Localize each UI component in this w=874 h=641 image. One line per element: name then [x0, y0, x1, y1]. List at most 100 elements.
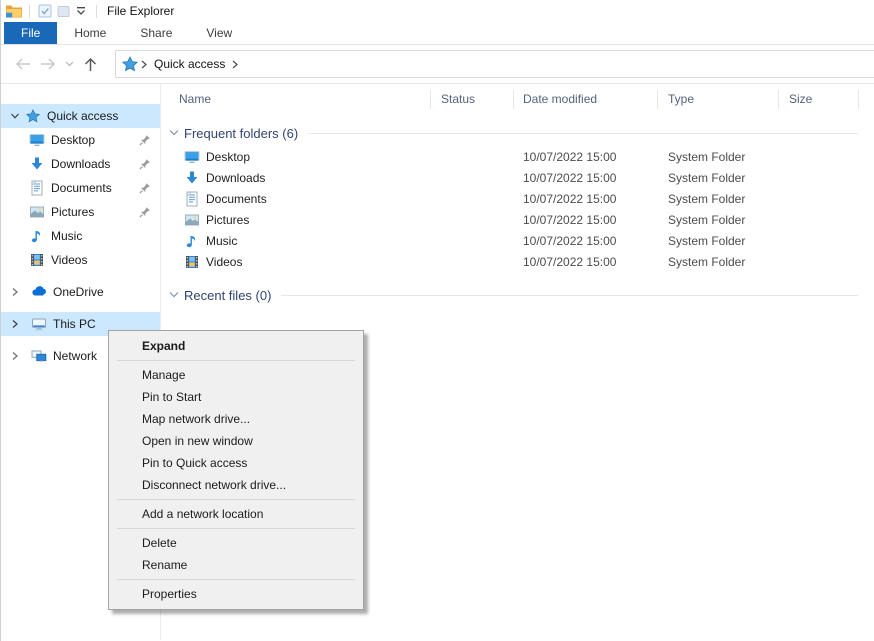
file-row-downloads[interactable]: Downloads 10/07/2022 15:00 System Folder — [161, 167, 874, 188]
file-name: Pictures — [206, 213, 249, 227]
menu-item-open-in-new-window[interactable]: Open in new window — [109, 430, 363, 452]
sidebar-item-downloads[interactable]: Downloads — [1, 152, 160, 176]
menu-item-map-network-drive[interactable]: Map network drive... — [109, 408, 363, 430]
sidebar-item-label: Downloads — [51, 157, 110, 171]
menu-item-manage[interactable]: Manage — [109, 364, 363, 386]
menu-item-delete[interactable]: Delete — [109, 532, 363, 554]
sidebar-spacer — [1, 272, 160, 280]
column-header-date-modified[interactable]: Date modified — [514, 90, 658, 109]
column-header-name[interactable]: Name — [161, 90, 431, 109]
file-date-modified: 10/07/2022 15:00 — [514, 192, 658, 206]
onedrive-cloud-icon — [31, 284, 47, 300]
pictures-icon — [184, 212, 200, 228]
column-header-size[interactable]: Size — [779, 90, 859, 109]
file-row-music[interactable]: Music 10/07/2022 15:00 System Folder — [161, 230, 874, 251]
qat-new-folder-icon[interactable] — [54, 2, 72, 20]
file-explorer-window: File Explorer File Home Share View — [0, 0, 874, 641]
titlebar-separator — [29, 5, 30, 18]
sidebar-item-label: This PC — [53, 317, 96, 331]
quick-access-star-icon — [25, 108, 41, 124]
file-type: System Folder — [658, 192, 779, 206]
quick-access-star-icon[interactable] — [122, 56, 138, 72]
qat-properties-icon[interactable] — [36, 2, 54, 20]
pin-icon — [139, 158, 151, 170]
menu-item-properties[interactable]: Properties — [109, 583, 363, 605]
column-header-type[interactable]: Type — [658, 90, 779, 109]
file-date-modified: 10/07/2022 15:00 — [514, 255, 658, 269]
file-row-documents[interactable]: Documents 10/07/2022 15:00 System Folder — [161, 188, 874, 209]
sidebar-item-label: OneDrive — [53, 285, 104, 299]
file-date-modified: 10/07/2022 15:00 — [514, 171, 658, 185]
file-row-videos[interactable]: Videos 10/07/2022 15:00 System Folder — [161, 251, 874, 272]
sidebar-item-desktop[interactable]: Desktop — [1, 128, 160, 152]
recent-locations-chevron-icon[interactable] — [61, 51, 77, 77]
forward-arrow-icon[interactable] — [35, 51, 61, 77]
downloads-icon — [184, 170, 200, 186]
title-bar: File Explorer — [1, 0, 874, 22]
file-name: Downloads — [206, 171, 265, 185]
chevron-down-icon[interactable] — [9, 111, 21, 121]
sidebar-item-label: Pictures — [51, 205, 94, 219]
menu-item-rename[interactable]: Rename — [109, 554, 363, 576]
breadcrumb-chevron-icon[interactable] — [229, 60, 241, 69]
computer-icon — [31, 316, 47, 332]
breadcrumb-quick-access[interactable]: Quick access — [154, 57, 225, 71]
file-type: System Folder — [658, 255, 779, 269]
sidebar-item-documents[interactable]: Documents — [1, 176, 160, 200]
menu-separator — [117, 360, 355, 361]
tab-home[interactable]: Home — [57, 22, 123, 44]
menu-item-pin-to-quick-access[interactable]: Pin to Quick access — [109, 452, 363, 474]
file-name: Music — [206, 234, 237, 248]
sidebar-item-label: Music — [51, 229, 82, 243]
breadcrumb-chevron-icon[interactable] — [138, 60, 150, 69]
menu-separator — [117, 528, 355, 529]
menu-item-add-network-location[interactable]: Add a network location — [109, 503, 363, 525]
group-header-recent-files[interactable]: Recent files (0) — [161, 284, 874, 306]
tab-view[interactable]: View — [189, 22, 249, 44]
desktop-icon — [184, 149, 200, 165]
chevron-down-icon[interactable] — [169, 129, 179, 137]
sidebar-item-pictures[interactable]: Pictures — [1, 200, 160, 224]
sidebar-item-label: Desktop — [51, 133, 95, 147]
network-icon — [31, 348, 47, 364]
sidebar-item-music[interactable]: Music — [1, 224, 160, 248]
pin-icon — [139, 206, 151, 218]
sidebar-item-onedrive[interactable]: OneDrive — [1, 280, 160, 304]
file-name: Desktop — [206, 150, 250, 164]
column-header-status[interactable]: Status — [431, 90, 514, 109]
sidebar-item-label: Videos — [51, 253, 87, 267]
back-arrow-icon[interactable] — [9, 51, 35, 77]
column-header-row: Name Status Date modified Type Size — [161, 84, 874, 114]
file-row-pictures[interactable]: Pictures 10/07/2022 15:00 System Folder — [161, 209, 874, 230]
group-header-line — [281, 295, 858, 296]
menu-item-pin-to-start[interactable]: Pin to Start — [109, 386, 363, 408]
up-arrow-icon[interactable] — [77, 51, 103, 77]
sidebar-item-quick-access[interactable]: Quick access — [1, 104, 160, 128]
address-bar[interactable]: Quick access — [115, 50, 874, 78]
chevron-right-icon[interactable] — [9, 287, 21, 297]
tab-share[interactable]: Share — [123, 22, 189, 44]
group-header-frequent-folders[interactable]: Frequent folders (6) — [161, 122, 874, 144]
pictures-icon — [29, 204, 45, 220]
group-header-label: Recent files (0) — [184, 288, 271, 303]
tab-file[interactable]: File — [4, 22, 57, 44]
group-header-line — [308, 133, 858, 134]
chevron-down-icon[interactable] — [169, 291, 179, 299]
chevron-right-icon[interactable] — [9, 319, 21, 329]
file-row-desktop[interactable]: Desktop 10/07/2022 15:00 System Folder — [161, 146, 874, 167]
music-icon — [29, 228, 45, 244]
pin-icon — [139, 182, 151, 194]
documents-icon — [29, 180, 45, 196]
navigation-bar: Quick access — [1, 45, 874, 84]
music-icon — [184, 233, 200, 249]
this-pc-context-menu: Expand Manage Pin to Start Map network d… — [108, 330, 364, 610]
qat-customize-dropdown-icon[interactable] — [72, 2, 90, 20]
videos-icon — [184, 254, 200, 270]
menu-item-disconnect-network-drive[interactable]: Disconnect network drive... — [109, 474, 363, 496]
chevron-right-icon[interactable] — [9, 351, 21, 361]
file-name: Videos — [206, 255, 242, 269]
titlebar-separator — [96, 5, 97, 18]
menu-item-expand[interactable]: Expand — [109, 335, 363, 357]
documents-icon — [184, 191, 200, 207]
sidebar-item-videos[interactable]: Videos — [1, 248, 160, 272]
